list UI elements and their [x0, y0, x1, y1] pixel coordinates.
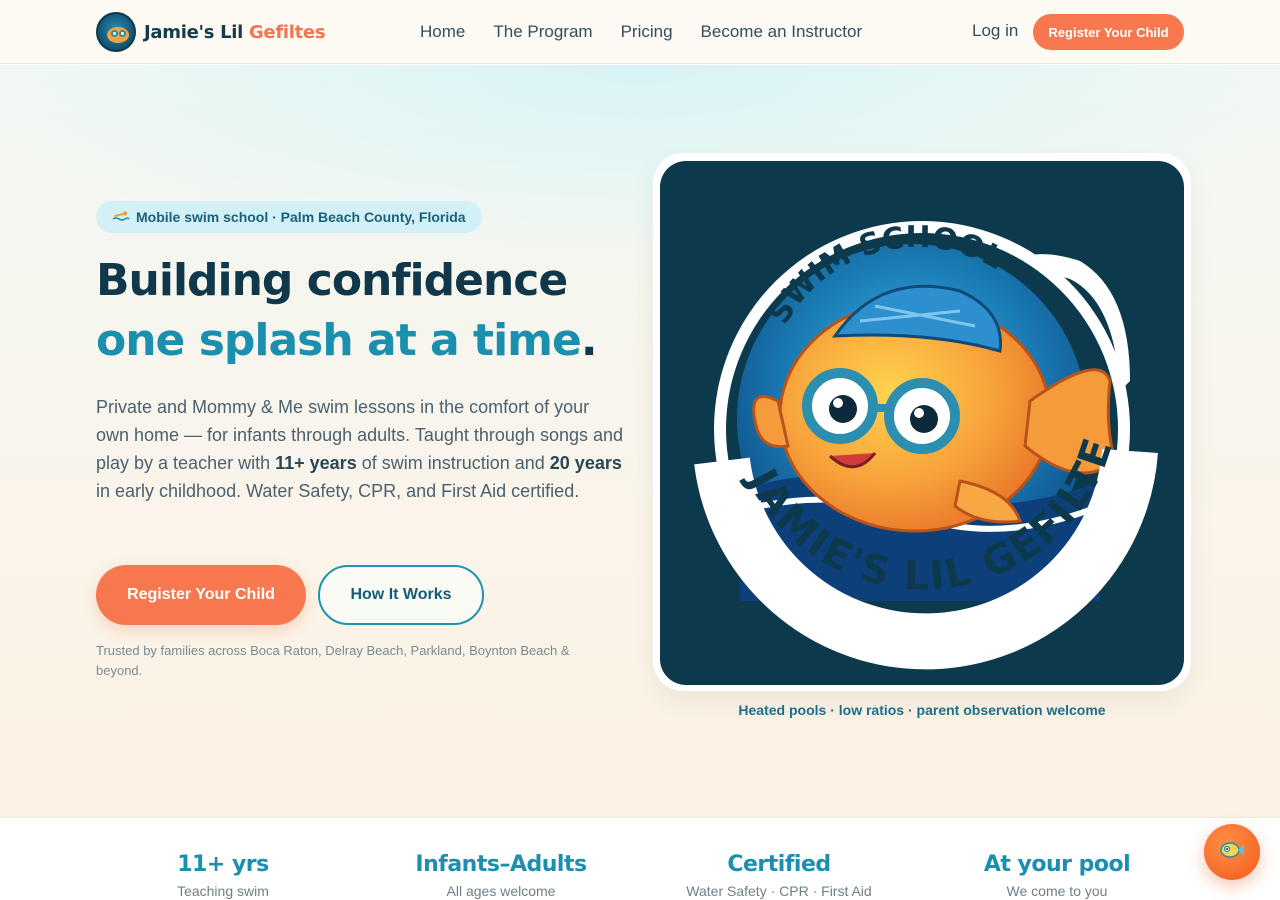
login-link[interactable]: Log in: [972, 21, 1018, 41]
hero-image-caption: Heated pools · low ratios · parent obser…: [738, 702, 1106, 718]
stat-location: At your pool We come to you: [937, 852, 1177, 899]
location-pill-text: Mobile swim school · Palm Beach County, …: [136, 209, 466, 225]
school-logo-image: SWIM SCHOOL JAMIE'S LIL GEFILTES: [660, 161, 1184, 685]
stat-subtitle: Teaching swim: [177, 883, 269, 899]
register-child-button[interactable]: Register Your Child: [96, 565, 306, 625]
chat-fab-button[interactable]: [1204, 824, 1260, 880]
stat-subtitle: All ages welcome: [446, 883, 556, 899]
stat-title: Infants–Adults: [415, 852, 587, 877]
nav-register-button[interactable]: Register Your Child: [1033, 14, 1184, 50]
stat-title: 11+ yrs: [177, 852, 269, 877]
stat-title: At your pool: [983, 852, 1131, 877]
nav-link-program[interactable]: The Program: [493, 22, 592, 42]
top-nav: Jamie's Lil Gefiltes Home The Program Pr…: [0, 0, 1280, 64]
trusted-note: Trusted by families across Boca Raton, D…: [96, 643, 570, 678]
brand-name: Jamie's Lil Gefiltes: [144, 21, 326, 43]
hero-headline: Building confidence one splash at a time…: [96, 255, 598, 366]
nav-link-instructor[interactable]: Become an Instructor: [701, 22, 863, 42]
stats-bar: 11+ yrs Teaching swim Infants–Adults All…: [0, 817, 1280, 900]
stat-experience: 11+ yrs Teaching swim: [103, 852, 343, 899]
stat-ages: Infants–Adults All ages welcome: [381, 852, 621, 899]
brand-logo-icon: [96, 12, 136, 52]
how-it-works-button[interactable]: How It Works: [318, 565, 484, 625]
stat-subtitle: We come to you: [1006, 883, 1108, 899]
stat-subtitle: Water Safety · CPR · First Aid: [686, 883, 872, 899]
location-pill: Mobile swim school · Palm Beach County, …: [96, 201, 482, 233]
stat-title: Certified: [727, 852, 831, 877]
nav-links: Home The Program Pricing Become an Instr…: [420, 0, 890, 64]
nav-link-home[interactable]: Home: [420, 22, 465, 42]
hero-section: Mobile swim school · Palm Beach County, …: [0, 65, 1280, 817]
hero-image-frame: SWIM SCHOOL JAMIE'S LIL GEFILTES: [653, 153, 1191, 691]
hero-description: Private and Mommy & Me swim lessons in t…: [96, 397, 624, 501]
brand-link[interactable]: Jamie's Lil Gefiltes: [96, 12, 326, 52]
swimmer-icon: [112, 209, 130, 225]
nav-link-pricing[interactable]: Pricing: [621, 22, 673, 42]
stat-certified: Certified Water Safety · CPR · First Aid: [659, 852, 899, 899]
fish-icon: [1219, 840, 1245, 865]
